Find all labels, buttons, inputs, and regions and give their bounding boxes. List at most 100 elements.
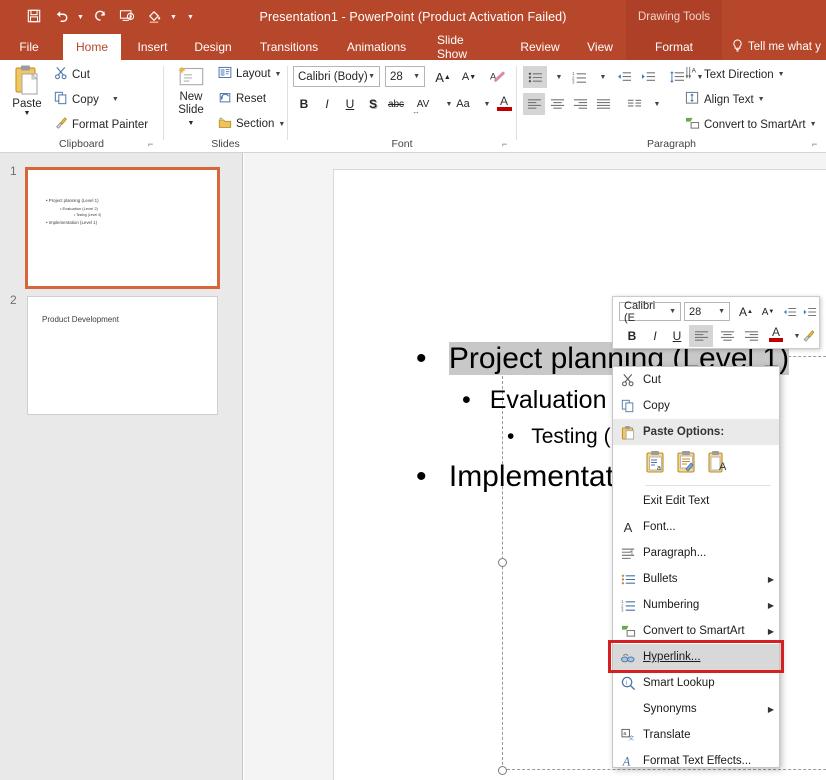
mini-align-center-button[interactable] bbox=[715, 325, 739, 347]
increase-font-size-button[interactable]: A ▲ bbox=[432, 66, 454, 88]
cut-button[interactable]: Cut bbox=[54, 66, 90, 83]
mini-font-name-combo[interactable]: Calibri (E ▼ bbox=[619, 300, 681, 324]
menu-item-format-text-effects[interactable]: A Format Text Effects... bbox=[613, 748, 779, 774]
align-text-dropdown-icon[interactable]: ▼ bbox=[758, 96, 765, 103]
paste-button[interactable]: Paste ▼ bbox=[6, 64, 48, 130]
mini-align-right-button[interactable] bbox=[739, 325, 763, 347]
bold-button[interactable]: B bbox=[293, 93, 315, 115]
reset-button[interactable]: Reset bbox=[218, 91, 266, 107]
new-slide-button[interactable]: New Slide ▼ bbox=[168, 64, 214, 130]
tell-me-search[interactable]: Tell me what y bbox=[726, 34, 821, 60]
align-text-button[interactable]: Align Text ▼ bbox=[685, 91, 765, 108]
tab-review[interactable]: Review bbox=[513, 34, 567, 60]
new-slide-dropdown-icon[interactable]: ▼ bbox=[188, 117, 195, 130]
menu-item-bullets[interactable]: Bullets ▶ bbox=[613, 566, 779, 592]
slide-thumbnail-2[interactable]: Product Development bbox=[27, 296, 218, 415]
tab-design[interactable]: Design bbox=[187, 34, 239, 60]
tab-animations[interactable]: Animations bbox=[338, 34, 415, 60]
change-case-button[interactable]: Aa bbox=[451, 93, 475, 115]
format-fill-dropdown-icon[interactable]: ▼ bbox=[169, 3, 178, 29]
columns-button[interactable] bbox=[622, 93, 646, 115]
layout-button[interactable]: Layout ▼ bbox=[218, 66, 281, 82]
keep-text-only-icon[interactable]: A bbox=[707, 450, 729, 479]
format-fill-icon[interactable] bbox=[142, 3, 166, 29]
layout-dropdown-icon[interactable]: ▼ bbox=[275, 71, 282, 78]
text-shadow-button[interactable]: S bbox=[362, 93, 384, 115]
tab-slide-show[interactable]: Slide Show bbox=[428, 33, 502, 61]
undo-icon[interactable] bbox=[49, 3, 73, 29]
menu-item-format-shape[interactable]: Format Shape... bbox=[613, 774, 779, 780]
tab-home[interactable]: Home bbox=[63, 34, 121, 60]
font-size-combo[interactable]: 28 ▼ bbox=[385, 66, 425, 87]
mini-toolbar[interactable]: Calibri (E ▼ 28 ▼ A ▲ A ▼ B I U A ▼ bbox=[612, 296, 820, 349]
bullets-button[interactable] bbox=[523, 66, 547, 88]
use-destination-theme-icon[interactable] bbox=[676, 450, 698, 479]
paste-dropdown-icon[interactable]: ▼ bbox=[24, 110, 31, 117]
align-right-button[interactable] bbox=[569, 93, 591, 115]
tab-transitions[interactable]: Transitions bbox=[252, 34, 326, 60]
save-icon[interactable] bbox=[22, 3, 46, 29]
menu-item-synonyms[interactable]: Synonyms ▶ bbox=[613, 696, 779, 722]
tab-format[interactable]: Format bbox=[626, 34, 722, 60]
menu-item-exit-edit-text[interactable]: Exit Edit Text bbox=[613, 488, 779, 514]
chevron-down-icon[interactable]: ▼ bbox=[413, 73, 420, 80]
chevron-down-icon[interactable]: ▼ bbox=[718, 308, 725, 315]
text-direction-button[interactable]: A Text Direction ▼ bbox=[685, 66, 785, 83]
context-menu[interactable]: Cut Copy Paste Options: a A Exit Edit Te… bbox=[608, 366, 784, 768]
menu-item-hyperlink[interactable]: Hyperlink... bbox=[608, 640, 784, 673]
customize-quick-access-icon[interactable]: ▼ bbox=[186, 3, 195, 29]
chevron-down-icon[interactable]: ▼ bbox=[669, 308, 676, 315]
mini-font-color-button[interactable]: A bbox=[765, 323, 787, 345]
mini-format-painter-button[interactable] bbox=[797, 325, 819, 347]
menu-item-numbering[interactable]: 123 Numbering ▶ bbox=[613, 592, 779, 618]
mini-underline-button[interactable]: U bbox=[666, 325, 688, 347]
tab-view[interactable]: View bbox=[580, 34, 620, 60]
slide-thumbnail-pane[interactable]: 1 • Project planning (Level 1) • Evaluat… bbox=[0, 153, 243, 780]
font-color-button[interactable]: A bbox=[492, 92, 516, 114]
menu-item-paragraph[interactable]: ¶ Paragraph... bbox=[613, 540, 779, 566]
menu-item-cut[interactable]: Cut bbox=[613, 367, 779, 393]
justify-button[interactable] bbox=[592, 93, 614, 115]
clear-formatting-button[interactable]: A bbox=[486, 66, 508, 88]
slide-thumbnail-1[interactable]: • Project planning (Level 1) • Evaluatio… bbox=[25, 167, 220, 289]
italic-button[interactable]: I bbox=[316, 93, 338, 115]
menu-item-translate[interactable]: a文 Translate bbox=[613, 722, 779, 748]
numbering-dropdown-icon[interactable]: ▼ bbox=[592, 66, 614, 88]
mini-increase-font-size-button[interactable]: A ▲ bbox=[735, 301, 757, 323]
keep-source-formatting-icon[interactable]: a bbox=[645, 450, 667, 479]
smartart-dropdown-icon[interactable]: ▼ bbox=[810, 121, 817, 128]
chevron-down-icon[interactable]: ▼ bbox=[368, 73, 375, 80]
copy-dropdown-icon[interactable]: ▼ bbox=[112, 96, 119, 103]
mini-font-size-combo[interactable]: 28 ▼ bbox=[684, 302, 730, 321]
decrease-indent-button[interactable] bbox=[613, 66, 635, 88]
strikethrough-button[interactable]: abc bbox=[385, 93, 407, 115]
mini-decrease-indent-button[interactable] bbox=[779, 301, 801, 323]
tab-insert[interactable]: Insert bbox=[130, 34, 175, 60]
menu-item-font[interactable]: A Font... bbox=[613, 514, 779, 540]
menu-item-smart-lookup[interactable]: i Smart Lookup bbox=[613, 670, 779, 696]
tab-file[interactable]: File bbox=[10, 34, 48, 60]
undo-dropdown-icon[interactable]: ▼ bbox=[76, 3, 85, 29]
align-center-button[interactable] bbox=[546, 93, 568, 115]
convert-to-smartart-button[interactable]: Convert to SmartArt ▼ bbox=[685, 116, 817, 133]
redo-icon[interactable] bbox=[88, 3, 112, 29]
numbering-button[interactable]: 123 bbox=[567, 66, 591, 88]
mini-bold-button[interactable]: B bbox=[621, 325, 643, 347]
mini-increase-indent-button[interactable] bbox=[799, 301, 821, 323]
font-dialog-launcher-icon[interactable]: ⌐ bbox=[502, 139, 507, 149]
paragraph-dialog-launcher-icon[interactable]: ⌐ bbox=[812, 139, 817, 149]
menu-item-convert-to-smartart[interactable]: Convert to SmartArt ▶ bbox=[613, 618, 779, 644]
start-from-beginning-icon[interactable] bbox=[115, 3, 139, 29]
menu-item-copy[interactable]: Copy bbox=[613, 393, 779, 419]
underline-button[interactable]: U bbox=[339, 93, 361, 115]
clipboard-dialog-launcher-icon[interactable]: ⌐ bbox=[148, 139, 153, 149]
align-left-button[interactable] bbox=[523, 93, 545, 115]
format-painter-button[interactable]: Format Painter bbox=[54, 116, 148, 133]
columns-dropdown-icon[interactable]: ▼ bbox=[646, 93, 668, 115]
decrease-font-size-button[interactable]: A ▼ bbox=[458, 66, 480, 88]
font-name-combo[interactable]: Calibri (Body) ▼ bbox=[293, 66, 380, 87]
mini-decrease-font-size-button[interactable]: A ▼ bbox=[757, 301, 779, 323]
mini-italic-button[interactable]: I bbox=[644, 325, 666, 347]
increase-indent-button[interactable] bbox=[637, 66, 659, 88]
copy-button[interactable]: Copy ▼ bbox=[54, 91, 119, 108]
